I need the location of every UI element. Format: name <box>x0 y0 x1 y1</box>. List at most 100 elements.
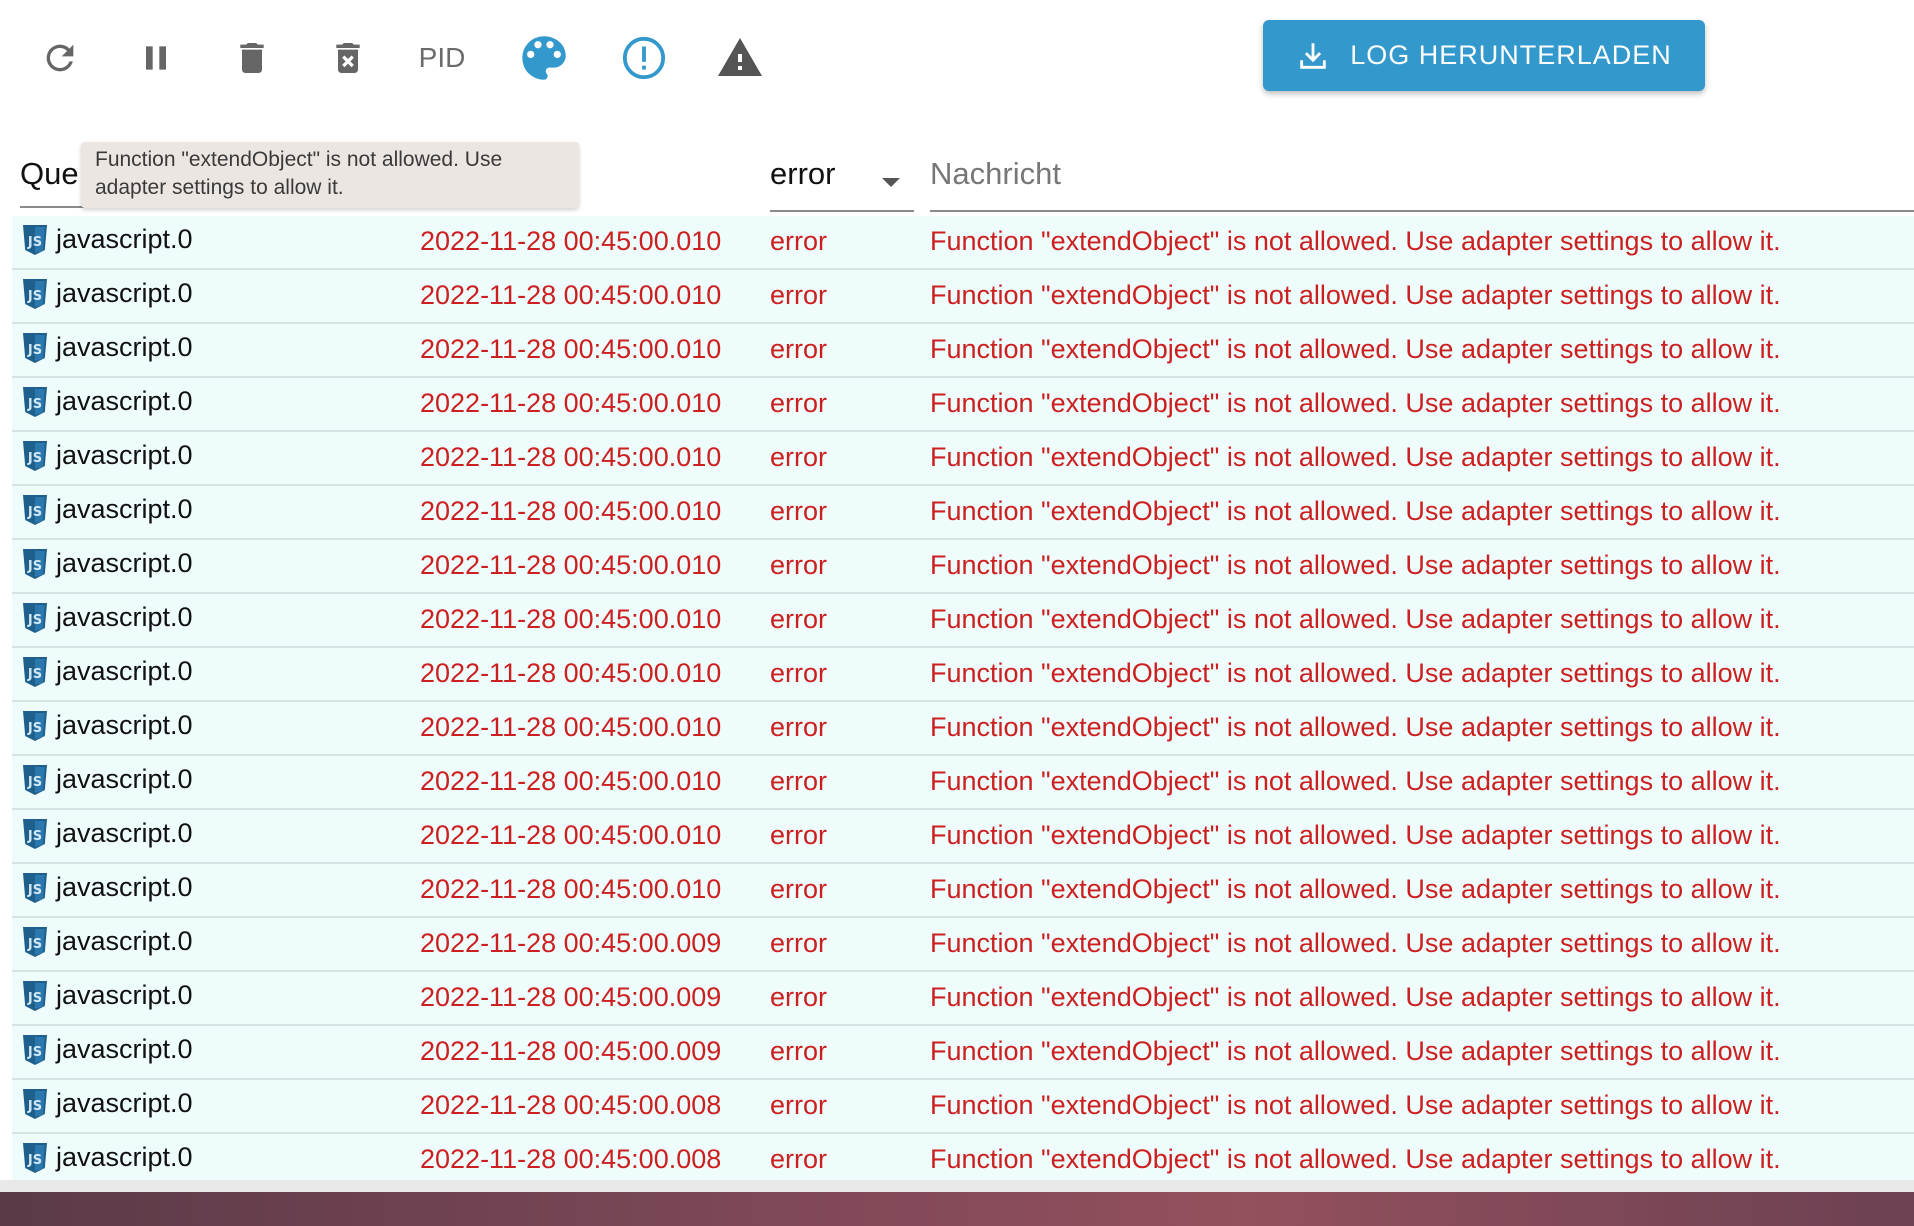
download-icon <box>1296 38 1326 69</box>
svg-text:JS: JS <box>27 775 42 790</box>
log-message: Function "extendObject" is not allowed. … <box>930 496 1781 526</box>
javascript-adapter-icon: JS <box>23 711 47 741</box>
javascript-adapter-icon: JS <box>23 333 47 363</box>
log-message: Function "extendObject" is not allowed. … <box>930 442 1781 472</box>
source-filter-label[interactable]: Que <box>20 156 79 192</box>
clear-log-button[interactable] <box>312 22 384 94</box>
log-severity: error <box>770 928 828 958</box>
warning-icon <box>718 38 762 76</box>
log-severity: error <box>770 226 828 256</box>
log-source: javascript.0 <box>56 224 193 254</box>
trash-icon <box>240 43 264 73</box>
javascript-adapter-icon: JS <box>23 387 47 417</box>
table-row[interactable]: JS javascript.0 2022-11-28 00:45:00.010 err… <box>12 324 1914 378</box>
table-row[interactable]: JS javascript.0 2022-11-28 00:45:00.010 err… <box>12 378 1914 432</box>
javascript-adapter-icon: JS <box>23 873 47 903</box>
severity-select[interactable]: error <box>770 156 914 212</box>
alert-circle-icon <box>622 36 666 80</box>
table-row[interactable]: JS javascript.0 2022-11-28 00:45:00.010 err… <box>12 486 1914 540</box>
pause-button[interactable] <box>120 22 192 94</box>
table-row[interactable]: JS javascript.0 2022-11-28 00:45:00.010 err… <box>12 648 1914 702</box>
chevron-down-icon <box>882 178 900 187</box>
table-row[interactable]: JS javascript.0 2022-11-28 00:45:00.009 err… <box>12 1026 1914 1080</box>
log-source: javascript.0 <box>56 710 193 740</box>
log-source: javascript.0 <box>56 980 193 1010</box>
table-row[interactable]: JS javascript.0 2022-11-28 00:45:00.010 err… <box>12 216 1914 270</box>
refresh-icon <box>46 44 74 72</box>
log-source: javascript.0 <box>56 872 193 902</box>
javascript-adapter-icon: JS <box>23 603 47 633</box>
javascript-adapter-icon: JS <box>23 441 47 471</box>
log-timestamp: 2022-11-28 00:45:00.008 <box>420 1144 722 1174</box>
table-row[interactable]: JS javascript.0 2022-11-28 00:45:00.010 err… <box>12 756 1914 810</box>
log-timestamp: 2022-11-28 00:45:00.010 <box>420 280 722 310</box>
pid-toggle-button[interactable]: PID <box>406 22 478 94</box>
table-row[interactable]: JS javascript.0 2022-11-28 00:45:00.009 err… <box>12 918 1914 972</box>
log-message: Function "extendObject" is not allowed. … <box>930 820 1781 850</box>
javascript-adapter-icon: JS <box>23 495 47 525</box>
svg-text:JS: JS <box>27 613 42 628</box>
log-source: javascript.0 <box>56 332 193 362</box>
log-timestamp: 2022-11-28 00:45:00.009 <box>420 928 722 958</box>
javascript-adapter-icon: JS <box>23 225 47 255</box>
log-source: javascript.0 <box>56 386 193 416</box>
log-severity: error <box>770 550 828 580</box>
javascript-adapter-icon: JS <box>23 981 47 1011</box>
javascript-adapter-icon: JS <box>23 279 47 309</box>
svg-text:JS: JS <box>27 1045 42 1060</box>
log-severity: error <box>770 280 828 310</box>
log-severity: error <box>770 604 828 634</box>
log-timestamp: 2022-11-28 00:45:00.010 <box>420 658 722 688</box>
log-severity: error <box>770 1090 828 1120</box>
message-filter-input[interactable]: Nachricht <box>930 156 1914 212</box>
svg-text:JS: JS <box>27 1099 42 1114</box>
log-timestamp: 2022-11-28 00:45:00.010 <box>420 442 722 472</box>
table-row[interactable]: JS javascript.0 2022-11-28 00:45:00.010 err… <box>12 594 1914 648</box>
log-timestamp: 2022-11-28 00:45:00.010 <box>420 820 722 850</box>
table-row[interactable]: JS javascript.0 2022-11-28 00:45:00.010 err… <box>12 270 1914 324</box>
log-source: javascript.0 <box>56 548 193 578</box>
table-row[interactable]: JS javascript.0 2022-11-28 00:45:00.009 err… <box>12 972 1914 1026</box>
javascript-adapter-icon: JS <box>23 657 47 687</box>
refresh-button[interactable] <box>24 22 96 94</box>
log-severity: error <box>770 334 828 364</box>
toolbar: PID LOG HERUNTERLADEN <box>0 0 1914 112</box>
table-row[interactable]: JS javascript.0 2022-11-28 00:45:00.008 err… <box>12 1080 1914 1134</box>
log-table: JS javascript.0 2022-11-28 00:45:00.010 err… <box>12 216 1914 1182</box>
log-message: Function "extendObject" is not allowed. … <box>930 712 1781 742</box>
log-message: Function "extendObject" is not allowed. … <box>930 766 1781 796</box>
delete-log-button[interactable] <box>216 22 288 94</box>
table-row[interactable]: JS javascript.0 2022-11-28 00:45:00.008 err… <box>12 1134 1914 1180</box>
log-message: Function "extendObject" is not allowed. … <box>930 928 1781 958</box>
log-timestamp: 2022-11-28 00:45:00.010 <box>420 766 722 796</box>
log-source: javascript.0 <box>56 656 193 686</box>
log-source: javascript.0 <box>56 494 193 524</box>
table-row[interactable]: JS javascript.0 2022-11-28 00:45:00.010 err… <box>12 864 1914 918</box>
table-row[interactable]: JS javascript.0 2022-11-28 00:45:00.010 err… <box>12 432 1914 486</box>
log-severity: error <box>770 442 828 472</box>
svg-text:JS: JS <box>27 991 42 1006</box>
javascript-adapter-icon: JS <box>23 1143 47 1173</box>
svg-text:JS: JS <box>27 1153 42 1168</box>
color-toggle-button[interactable] <box>508 22 580 94</box>
svg-text:JS: JS <box>27 343 42 358</box>
svg-text:JS: JS <box>27 721 42 736</box>
log-timestamp: 2022-11-28 00:45:00.010 <box>420 226 722 256</box>
table-row[interactable]: JS javascript.0 2022-11-28 00:45:00.010 err… <box>12 810 1914 864</box>
log-timestamp: 2022-11-28 00:45:00.010 <box>420 496 722 526</box>
svg-text:JS: JS <box>27 451 42 466</box>
download-log-button[interactable]: LOG HERUNTERLADEN <box>1263 20 1705 91</box>
log-message: Function "extendObject" is not allowed. … <box>930 334 1781 364</box>
javascript-adapter-icon: JS <box>23 927 47 957</box>
log-timestamp: 2022-11-28 00:45:00.009 <box>420 982 722 1012</box>
error-filter-button[interactable] <box>608 22 680 94</box>
warning-filter-button[interactable] <box>704 22 776 94</box>
javascript-adapter-icon: JS <box>23 549 47 579</box>
log-severity: error <box>770 496 828 526</box>
log-message: Function "extendObject" is not allowed. … <box>930 226 1781 256</box>
log-source: javascript.0 <box>56 764 193 794</box>
svg-text:JS: JS <box>27 289 42 304</box>
table-row[interactable]: JS javascript.0 2022-11-28 00:45:00.010 err… <box>12 540 1914 594</box>
table-row[interactable]: JS javascript.0 2022-11-28 00:45:00.010 err… <box>12 702 1914 756</box>
log-severity: error <box>770 388 828 418</box>
